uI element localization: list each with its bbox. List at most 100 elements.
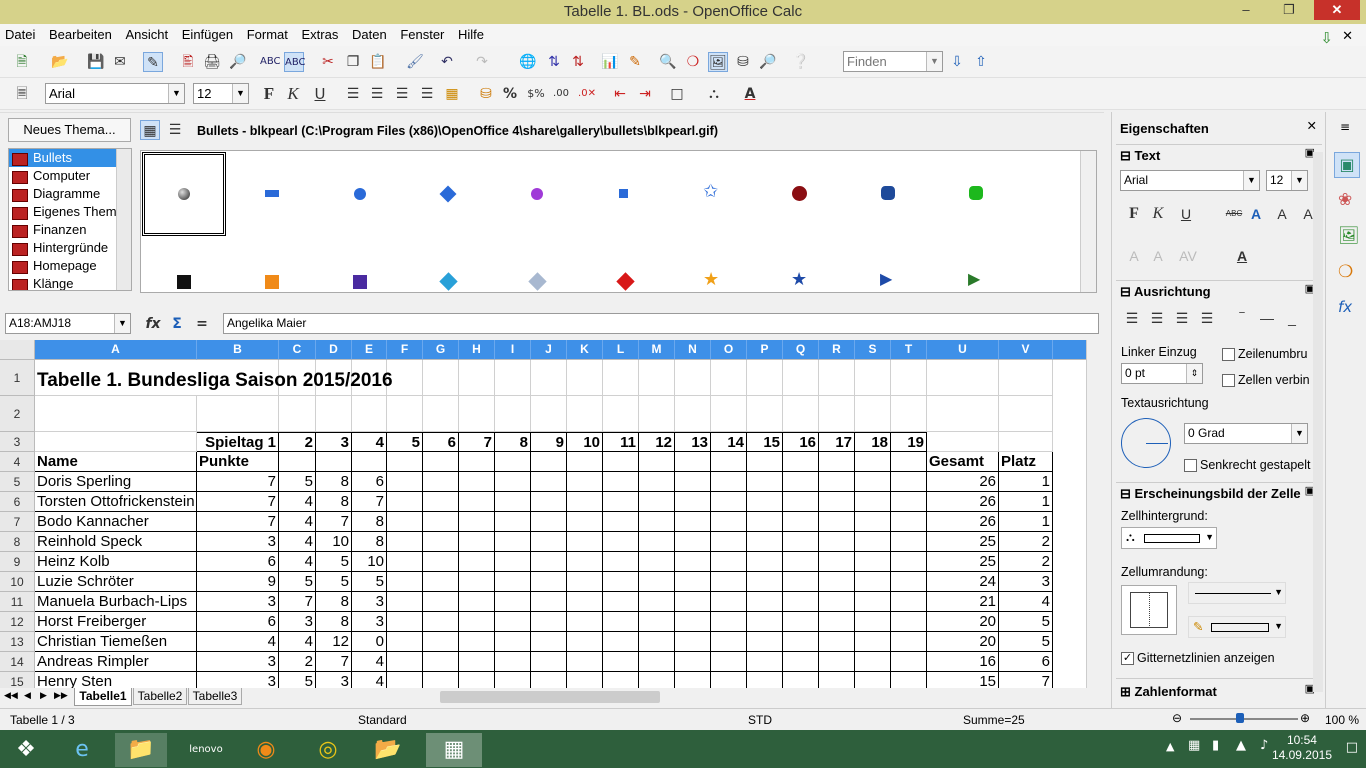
zoom-slider[interactable] xyxy=(1190,718,1298,720)
sidebar-align-middle-icon[interactable]: — xyxy=(1257,308,1277,328)
sidebar-size-dropdown-icon[interactable]: ▼ xyxy=(1291,171,1307,190)
column-header-k[interactable]: K xyxy=(567,340,603,360)
folder-icon[interactable]: 📂 xyxy=(362,733,414,767)
cell[interactable] xyxy=(531,360,567,396)
row-header-1[interactable]: 1 xyxy=(0,360,35,396)
cell[interactable] xyxy=(639,512,675,532)
cell[interactable] xyxy=(567,572,603,592)
score-cell[interactable]: 7 xyxy=(352,492,387,512)
bullet-blue-triangle-icon[interactable]: ▶ xyxy=(880,269,892,288)
text-section-header[interactable]: ⊟ Text xyxy=(1120,148,1160,164)
cell[interactable] xyxy=(639,632,675,652)
row-header-8[interactable]: 8 xyxy=(0,532,35,552)
sidebar-font-size-select[interactable]: 12 ▼ xyxy=(1266,170,1308,191)
spieltag-number-cell[interactable]: 2 xyxy=(279,432,316,452)
score-cell[interactable]: 7 xyxy=(197,512,279,532)
cell[interactable] xyxy=(891,360,927,396)
prev-sheet-icon[interactable]: ◀ xyxy=(24,690,31,701)
cell[interactable] xyxy=(495,552,531,572)
column-header-n[interactable]: N xyxy=(675,340,711,360)
cell[interactable] xyxy=(747,360,783,396)
align-center-icon[interactable]: ☰ xyxy=(367,84,387,104)
cell[interactable] xyxy=(603,360,639,396)
cell[interactable] xyxy=(495,360,531,396)
menu-fenster[interactable]: Fenster xyxy=(395,24,449,42)
cell[interactable] xyxy=(675,672,711,688)
bullet-grey-diamond-icon[interactable] xyxy=(528,272,547,291)
player-name-cell[interactable]: Heinz Kolb xyxy=(35,552,197,572)
spieltag-number-cell[interactable]: 9 xyxy=(531,432,567,452)
styles-icon[interactable]: 🗏 xyxy=(12,84,32,104)
detail-view-icon[interactable]: ☰ xyxy=(165,120,185,140)
cell[interactable] xyxy=(855,452,891,472)
cell[interactable] xyxy=(675,572,711,592)
player-name-cell[interactable]: Torsten Ottofrickenstein xyxy=(35,492,197,512)
cell[interactable] xyxy=(891,572,927,592)
function-icon[interactable]: = xyxy=(192,314,212,334)
cell[interactable] xyxy=(711,592,747,612)
cell[interactable] xyxy=(783,360,819,396)
menu-hilfe[interactable]: Hilfe xyxy=(453,24,489,42)
column-header-r[interactable]: R xyxy=(819,340,855,360)
menu-extras[interactable]: Extras xyxy=(297,24,344,42)
spieltag-number-cell[interactable]: 12 xyxy=(639,432,675,452)
firefox-icon[interactable]: ◉ xyxy=(240,733,292,767)
cell[interactable] xyxy=(747,552,783,572)
bullet-red-octagon-icon[interactable] xyxy=(792,186,807,201)
cell[interactable] xyxy=(747,492,783,512)
font-name-select[interactable]: Arial ▼ xyxy=(45,83,185,104)
gesamt-cell[interactable]: 25 xyxy=(927,532,999,552)
edit-mode-icon[interactable]: ✎ xyxy=(143,52,163,72)
deck-navigator-icon[interactable]: ❍ xyxy=(1338,262,1353,282)
cell[interactable] xyxy=(423,512,459,532)
cell[interactable] xyxy=(603,396,639,432)
cell[interactable] xyxy=(891,612,927,632)
cell[interactable] xyxy=(927,396,999,432)
punkte-header-cell[interactable]: Punkte xyxy=(197,452,279,472)
cell[interactable] xyxy=(387,652,423,672)
cell[interactable] xyxy=(639,672,675,688)
column-header-i[interactable]: I xyxy=(495,340,531,360)
score-cell[interactable]: 3 xyxy=(352,612,387,632)
sidebar-italic-icon[interactable]: K xyxy=(1148,204,1168,224)
cell[interactable] xyxy=(747,396,783,432)
hyperlink-icon[interactable]: 🌐 xyxy=(518,52,538,72)
cell[interactable] xyxy=(819,632,855,652)
tray-battery-icon[interactable]: ▮ xyxy=(1212,738,1219,753)
platz-header-cell[interactable]: Platz xyxy=(999,452,1053,472)
cell[interactable] xyxy=(567,452,603,472)
bullet-green-triangle-icon[interactable]: ▶ xyxy=(968,269,980,288)
status-sum[interactable]: Summe=25 xyxy=(963,713,1025,727)
justify-icon[interactable]: ☰ xyxy=(417,84,437,104)
cell[interactable] xyxy=(423,652,459,672)
cell[interactable] xyxy=(711,652,747,672)
close-document-icon[interactable]: ✕ xyxy=(1337,25,1358,44)
cell[interactable] xyxy=(999,360,1053,396)
gesamt-cell[interactable]: 20 xyxy=(927,612,999,632)
gesamt-cell[interactable]: 26 xyxy=(927,492,999,512)
cell[interactable] xyxy=(639,452,675,472)
theme-item-klaenge[interactable]: Klänge xyxy=(9,275,131,290)
score-cell[interactable]: 5 xyxy=(279,572,316,592)
column-header-l[interactable]: L xyxy=(603,340,639,360)
cell[interactable] xyxy=(675,452,711,472)
cell[interactable] xyxy=(891,532,927,552)
standard-number-icon[interactable]: $% xyxy=(526,84,546,104)
currency-icon[interactable]: ⛁ xyxy=(476,84,496,104)
cell[interactable] xyxy=(675,632,711,652)
cell-background-select[interactable]: ⛬ ▼ xyxy=(1121,527,1217,549)
cell[interactable] xyxy=(531,396,567,432)
column-header-c[interactable]: C xyxy=(279,340,316,360)
menu-einfuegen[interactable]: Einfügen xyxy=(177,24,238,42)
cell[interactable] xyxy=(711,396,747,432)
cell-appearance-section-header[interactable]: ⊟ Erscheinungsbild der Zelle xyxy=(1120,486,1301,502)
border-style-select[interactable]: ▼ xyxy=(1188,582,1286,604)
border-style-dropdown-icon[interactable]: ▼ xyxy=(1274,587,1283,597)
spieltag-number-cell[interactable]: 3 xyxy=(316,432,352,452)
column-header-m[interactable]: M xyxy=(639,340,675,360)
cell[interactable] xyxy=(567,532,603,552)
cell[interactable] xyxy=(747,532,783,552)
draw-functions-icon[interactable]: ✎ xyxy=(625,52,645,72)
column-header-b[interactable]: B xyxy=(197,340,279,360)
score-cell[interactable]: 3 xyxy=(316,672,352,688)
